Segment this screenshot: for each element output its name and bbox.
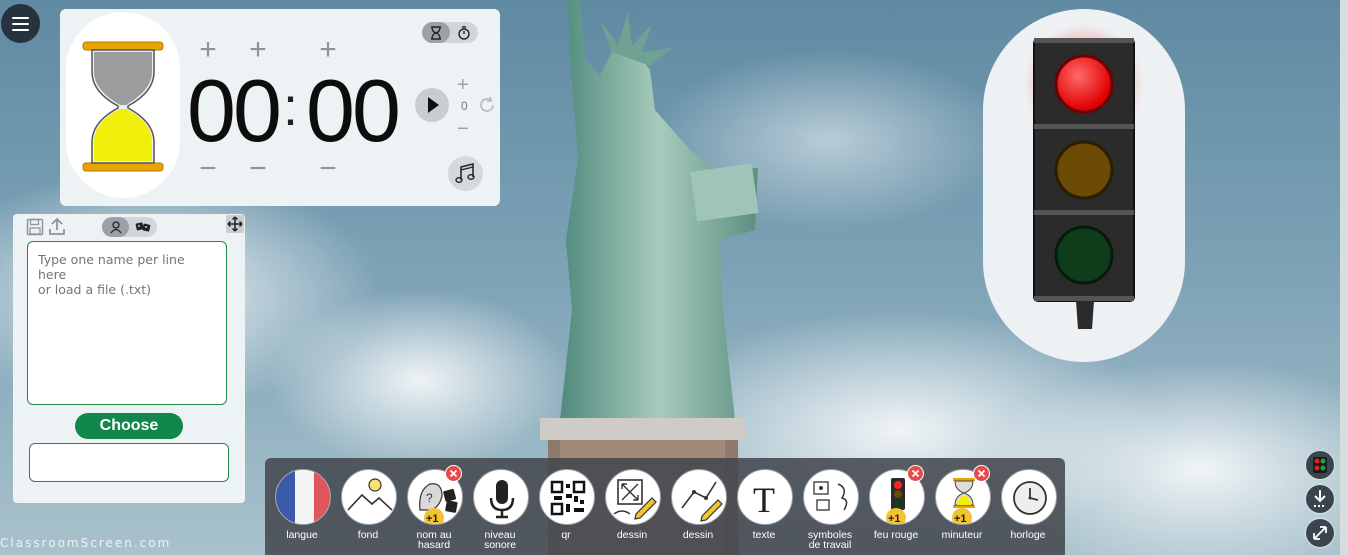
plus-one-badge: +1 <box>426 513 439 525</box>
landscape-icon <box>341 469 397 525</box>
download-button[interactable] <box>1305 484 1335 514</box>
time-separator: : <box>283 77 299 137</box>
tool-timer[interactable]: +1 minuteur <box>933 465 991 555</box>
tool-qr[interactable]: qr <box>537 469 595 555</box>
tool-text[interactable]: T texte <box>735 469 793 555</box>
tool-label: horloge <box>1010 529 1046 541</box>
tool-label: texte <box>752 529 776 541</box>
qr-code-icon <box>539 469 595 525</box>
expand-icon <box>1313 526 1327 540</box>
menu-line-icon <box>12 22 29 25</box>
download-icon <box>1314 490 1326 507</box>
random-name-widget: Choose <box>13 214 245 503</box>
music-note-icon <box>455 163 475 184</box>
tool-traffic-light[interactable]: +1 feu rouge <box>867 465 925 555</box>
tool-label: nom au hasard <box>416 529 452 551</box>
move-arrows-icon <box>227 216 243 232</box>
tool-work-symbols[interactable]: symboles de travail <box>801 469 859 555</box>
fullscreen-button[interactable] <box>1305 518 1335 548</box>
plus-one-badge: +1 <box>954 513 967 525</box>
watermark-logo: ClassroomScreen.com <box>0 536 172 550</box>
tool-random-name[interactable]: ? +1 nom au hasard <box>405 465 463 555</box>
traffic-light-widget <box>983 9 1185 362</box>
repeat-icon[interactable] <box>477 95 497 115</box>
play-icon <box>428 97 439 113</box>
widget-toolbar: langue fond ? +1 nom au hasard niveau son… <box>265 458 1065 555</box>
menu-line-icon <box>12 28 29 31</box>
seconds-display[interactable]: 00 <box>306 61 401 161</box>
plus-one-badge: +1 <box>888 513 901 525</box>
tool-label: symboles de travail <box>807 529 853 551</box>
choose-button[interactable]: Choose <box>75 413 183 439</box>
clock-icon <box>1001 469 1057 525</box>
stopwatch-mode-icon[interactable] <box>450 22 478 43</box>
play-button[interactable] <box>415 88 449 122</box>
draw-pencil-icon <box>671 469 727 525</box>
tool-clock[interactable]: horloge <box>999 469 1057 555</box>
tool-label: niveau sonore <box>483 529 517 551</box>
repeat-count: 0 <box>461 99 468 113</box>
move-widget-handle[interactable] <box>226 215 244 233</box>
tool-label: dessin <box>616 529 648 541</box>
close-icon[interactable] <box>907 465 924 482</box>
tool-label: langue <box>286 529 318 541</box>
upload-icon[interactable] <box>48 217 66 236</box>
page-scrollbar[interactable] <box>1340 0 1348 555</box>
tool-sound-level[interactable]: niveau sonore <box>471 469 529 555</box>
flag-france-icon <box>275 469 331 525</box>
sound-button[interactable] <box>448 156 483 191</box>
names-input[interactable] <box>27 241 227 405</box>
amber-lamp[interactable] <box>1054 140 1114 200</box>
minutes-tens-decrease-button[interactable]: − <box>243 154 273 184</box>
dice-mode-icon[interactable] <box>129 217 156 237</box>
hourglass-icon <box>82 41 164 172</box>
close-icon[interactable] <box>973 465 990 482</box>
text-t-icon: T <box>737 469 793 525</box>
save-icon[interactable] <box>26 218 44 236</box>
traffic-light-small-icon <box>1313 457 1327 473</box>
tool-draw-pencil[interactable]: dessin <box>669 469 727 555</box>
red-lamp[interactable] <box>1054 54 1114 114</box>
tool-label: dessin <box>682 529 714 541</box>
tool-label: feu rouge <box>873 529 919 541</box>
work-symbols-icon <box>803 469 859 525</box>
minutes-display[interactable]: 00 <box>187 61 282 161</box>
hours-decrease-button[interactable]: − <box>193 154 223 184</box>
tool-label: fond <box>357 529 379 541</box>
microphone-icon <box>473 469 529 525</box>
green-lamp[interactable] <box>1054 225 1114 285</box>
tool-label: qr <box>561 529 571 541</box>
svg-text:T: T <box>753 480 775 520</box>
repeat-decrease-button[interactable]: − <box>457 118 469 141</box>
traffic-light-toggle-button[interactable] <box>1305 450 1335 480</box>
menu-line-icon <box>12 16 29 19</box>
hourglass-mode-icon[interactable] <box>422 22 450 43</box>
timer-widget: + + + 00 : 00 − − − + 0 − <box>60 9 500 206</box>
hourglass-display <box>66 12 180 198</box>
tool-draw-frame[interactable]: dessin <box>603 469 661 555</box>
person-mode-icon[interactable] <box>102 217 129 237</box>
chosen-name-output <box>29 443 229 482</box>
picker-mode-toggle[interactable] <box>102 217 157 237</box>
repeat-increase-button[interactable]: + <box>457 74 469 97</box>
close-icon[interactable] <box>445 465 462 482</box>
tool-background[interactable]: fond <box>339 469 397 555</box>
traffic-light-icon[interactable] <box>983 9 1185 362</box>
menu-button[interactable] <box>1 4 40 43</box>
tool-language[interactable]: langue <box>273 469 331 555</box>
timer-mode-toggle[interactable] <box>422 22 478 43</box>
seconds-decrease-button[interactable]: − <box>313 154 343 184</box>
draw-frame-icon <box>605 469 661 525</box>
tool-label: minuteur <box>941 529 983 541</box>
svg-text:?: ? <box>426 491 433 505</box>
